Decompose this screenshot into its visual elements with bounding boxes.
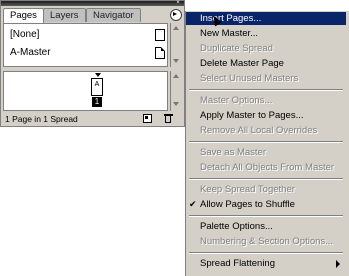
menu-separator <box>189 215 343 217</box>
page-master-letter: A <box>94 81 100 88</box>
menu-item-label: Select Unused Masters <box>200 73 299 84</box>
menu-item-label: Delete Master Page <box>200 58 284 69</box>
menu-item-duplicate-spread[interactable]: Duplicate Spread <box>186 42 346 55</box>
menu-item-label: New Master... <box>200 28 259 39</box>
menu-item-label: Allow Pages to Shuffle <box>200 199 295 210</box>
scroll-up-icon[interactable] <box>173 26 179 30</box>
current-spread-marker-icon <box>95 73 101 77</box>
menu-item-master-options[interactable]: Master Options... <box>186 94 346 107</box>
new-page-icon[interactable] <box>143 114 152 123</box>
menu-separator <box>189 252 343 254</box>
scroll-up-icon[interactable] <box>173 74 179 78</box>
menu-item-label: Numbering & Section Options... <box>200 236 334 247</box>
menu-item-numbering-section-options[interactable]: Numbering & Section Options... <box>186 235 346 248</box>
menu-item-new-master[interactable]: New Master... <box>186 27 346 40</box>
palette-titlebar[interactable]: × <box>1 0 184 6</box>
menu-item-allow-pages-to-shuffle[interactable]: ✔ Allow Pages to Shuffle <box>186 198 346 211</box>
menu-item-palette-options[interactable]: Palette Options... <box>186 220 346 233</box>
tab-pages[interactable]: Pages <box>3 8 44 23</box>
master-label: A-Master <box>10 47 51 58</box>
menu-item-select-unused-masters[interactable]: Select Unused Masters <box>186 72 346 85</box>
palette-menu-button[interactable] <box>170 9 182 21</box>
menu-item-apply-master-to-pages[interactable]: Apply Master to Pages... <box>186 109 346 122</box>
menu-item-delete-master-page[interactable]: Delete Master Page <box>186 57 346 70</box>
master-thumbnail <box>155 47 165 59</box>
master-item-none[interactable]: [None] <box>8 28 168 42</box>
menu-separator <box>189 178 343 180</box>
pages-scrollbar[interactable] <box>170 71 182 111</box>
masters-scrollbar[interactable] <box>170 23 182 67</box>
menu-item-label: Palette Options... <box>200 221 273 232</box>
menu-item-label: Spread Flattening <box>200 258 275 269</box>
tab-layers[interactable]: Layers <box>43 8 86 22</box>
palette-flyout-menu: Insert Pages... New Master... Duplicate … <box>185 11 349 276</box>
trash-icon[interactable] <box>164 114 173 123</box>
menu-item-label: Remove All Local Overrides <box>200 125 318 136</box>
palette-statusbar: 1 Page in 1 Spread <box>3 113 183 125</box>
page-number-label: 1 <box>92 97 102 107</box>
close-icon[interactable]: × <box>175 0 181 6</box>
checkmark-icon: ✔ <box>189 199 197 209</box>
masters-section: [None] A-Master <box>3 23 168 67</box>
menu-item-keep-spread-together[interactable]: Keep Spread Together <box>186 183 346 196</box>
master-label: [None] <box>10 29 40 40</box>
menu-item-label: Apply Master to Pages... <box>200 110 304 121</box>
scroll-down-icon[interactable] <box>173 102 179 106</box>
master-item-a-master[interactable]: A-Master <box>8 46 168 60</box>
submenu-arrow-icon <box>336 260 340 268</box>
menu-item-detach-objects[interactable]: Detach All Objects From Master <box>186 161 346 174</box>
menu-separator <box>189 89 343 91</box>
menu-item-label: Insert Pages... <box>200 13 262 24</box>
scroll-down-icon[interactable] <box>173 59 179 63</box>
menu-separator <box>189 141 343 143</box>
menu-item-save-as-master[interactable]: Save as Master <box>186 146 346 159</box>
menu-item-label: Duplicate Spread <box>200 43 273 54</box>
menu-item-label: Save as Master <box>200 147 266 158</box>
menu-item-label: Keep Spread Together <box>200 184 295 195</box>
pages-palette: × Pages Layers Navigator [None] A-Master… <box>0 0 185 127</box>
pages-section: A 1 <box>3 71 168 111</box>
tab-navigator[interactable]: Navigator <box>86 8 141 22</box>
page-thumbnail[interactable]: A <box>91 78 103 96</box>
menu-item-spread-flattening[interactable]: Spread Flattening <box>186 257 346 270</box>
master-thumbnail <box>155 29 165 41</box>
menu-item-remove-local-overrides[interactable]: Remove All Local Overrides <box>186 124 346 137</box>
menu-item-label: Detach All Objects From Master <box>200 162 335 173</box>
menu-item-label: Master Options... <box>200 95 273 106</box>
status-text: 1 Page in 1 Spread <box>5 114 78 124</box>
